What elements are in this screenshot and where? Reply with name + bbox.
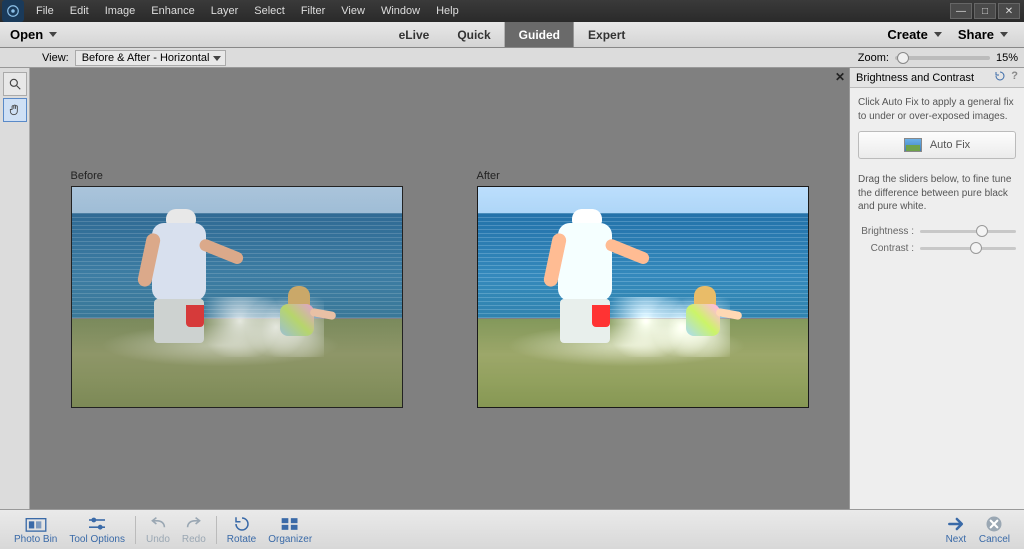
photo-bin-button[interactable]: Photo Bin: [8, 515, 63, 545]
menu-layer[interactable]: Layer: [203, 5, 247, 17]
zoom-value: 15%: [996, 52, 1018, 64]
before-image: [71, 186, 403, 408]
mode-tabs: eLive Quick Guided Expert: [385, 22, 640, 47]
brightness-label: Brightness :: [858, 226, 914, 237]
open-label: Open: [10, 27, 43, 42]
share-label: Share: [958, 27, 994, 42]
mode-guided[interactable]: Guided: [505, 22, 574, 47]
create-label: Create: [887, 27, 927, 42]
workspace: ✕ Before After: [0, 68, 1024, 509]
sliders-desc: Drag the sliders below, to fine tune the…: [858, 173, 1016, 214]
chevron-down-icon: [1000, 32, 1008, 37]
create-menu[interactable]: Create: [881, 27, 947, 42]
hand-tool[interactable]: [3, 98, 27, 122]
chevron-down-icon: [49, 32, 57, 37]
view-value: Before & After - Horizontal: [82, 52, 210, 64]
close-button[interactable]: ✕: [998, 3, 1020, 19]
undo-label: Undo: [146, 534, 170, 545]
menu-select[interactable]: Select: [246, 5, 293, 17]
menu-image[interactable]: Image: [97, 5, 144, 17]
menu-filter[interactable]: Filter: [293, 5, 333, 17]
after-image: [477, 186, 809, 408]
redo-button[interactable]: Redo: [176, 515, 212, 545]
bottom-bar: Photo Bin Tool Options Undo Redo Rotate …: [0, 509, 1024, 549]
brightness-slider[interactable]: [920, 230, 1016, 233]
autofix-desc: Click Auto Fix to apply a general fix to…: [858, 96, 1016, 123]
share-menu[interactable]: Share: [952, 27, 1014, 42]
menu-window[interactable]: Window: [373, 5, 428, 17]
rotate-button[interactable]: Rotate: [221, 515, 262, 545]
app-logo-icon: [2, 0, 24, 22]
after-label: After: [477, 170, 809, 182]
next-button[interactable]: Next: [939, 515, 973, 545]
tool-options-button[interactable]: Tool Options: [63, 515, 131, 545]
tool-options-label: Tool Options: [69, 534, 125, 545]
undo-button[interactable]: Undo: [140, 515, 176, 545]
photo-bin-label: Photo Bin: [14, 534, 57, 545]
help-icon[interactable]: ?: [1011, 70, 1018, 85]
view-dropdown[interactable]: Before & After - Horizontal: [75, 50, 227, 66]
mode-elive[interactable]: eLive: [385, 22, 444, 47]
toolbox: [0, 68, 30, 509]
panel-title: Brightness and Contrast: [856, 72, 974, 84]
contrast-slider[interactable]: [920, 247, 1016, 250]
mode-quick[interactable]: Quick: [443, 22, 504, 47]
document-close-icon[interactable]: ✕: [835, 70, 845, 84]
panel-header: Brightness and Contrast ?: [850, 68, 1024, 88]
right-panel: Brightness and Contrast ? Click Auto Fix…: [849, 68, 1024, 509]
menu-enhance[interactable]: Enhance: [143, 5, 202, 17]
open-menu[interactable]: Open: [0, 27, 67, 42]
window-controls: — □ ✕: [950, 3, 1024, 19]
command-bar: Open eLive Quick Guided Expert Create Sh…: [0, 22, 1024, 48]
autofix-button[interactable]: Auto Fix: [858, 131, 1016, 159]
options-bar: View: Before & After - Horizontal Zoom: …: [0, 48, 1024, 68]
cancel-button[interactable]: Cancel: [973, 515, 1016, 545]
before-label: Before: [71, 170, 403, 182]
menu-file[interactable]: File: [28, 5, 62, 17]
contrast-label: Contrast :: [858, 243, 914, 254]
menu-help[interactable]: Help: [428, 5, 467, 17]
minimize-button[interactable]: —: [950, 3, 972, 19]
reset-icon[interactable]: [993, 70, 1007, 85]
canvas-area: ✕ Before After: [30, 68, 849, 509]
chevron-down-icon: [213, 56, 221, 61]
next-label: Next: [946, 534, 967, 545]
redo-label: Redo: [182, 534, 206, 545]
zoom-slider[interactable]: [895, 56, 990, 60]
rotate-label: Rotate: [227, 534, 256, 545]
cancel-label: Cancel: [979, 534, 1010, 545]
menu-view[interactable]: View: [333, 5, 373, 17]
menu-edit[interactable]: Edit: [62, 5, 97, 17]
organizer-label: Organizer: [268, 534, 312, 545]
organizer-button[interactable]: Organizer: [262, 515, 318, 545]
chevron-down-icon: [934, 32, 942, 37]
titlebar: File Edit Image Enhance Layer Select Fil…: [0, 0, 1024, 22]
zoom-tool[interactable]: [3, 72, 27, 96]
zoom-label: Zoom:: [858, 52, 889, 64]
autofix-label: Auto Fix: [930, 139, 970, 151]
maximize-button[interactable]: □: [974, 3, 996, 19]
mode-expert[interactable]: Expert: [574, 22, 639, 47]
view-label: View:: [42, 52, 69, 64]
autofix-icon: [904, 138, 922, 152]
